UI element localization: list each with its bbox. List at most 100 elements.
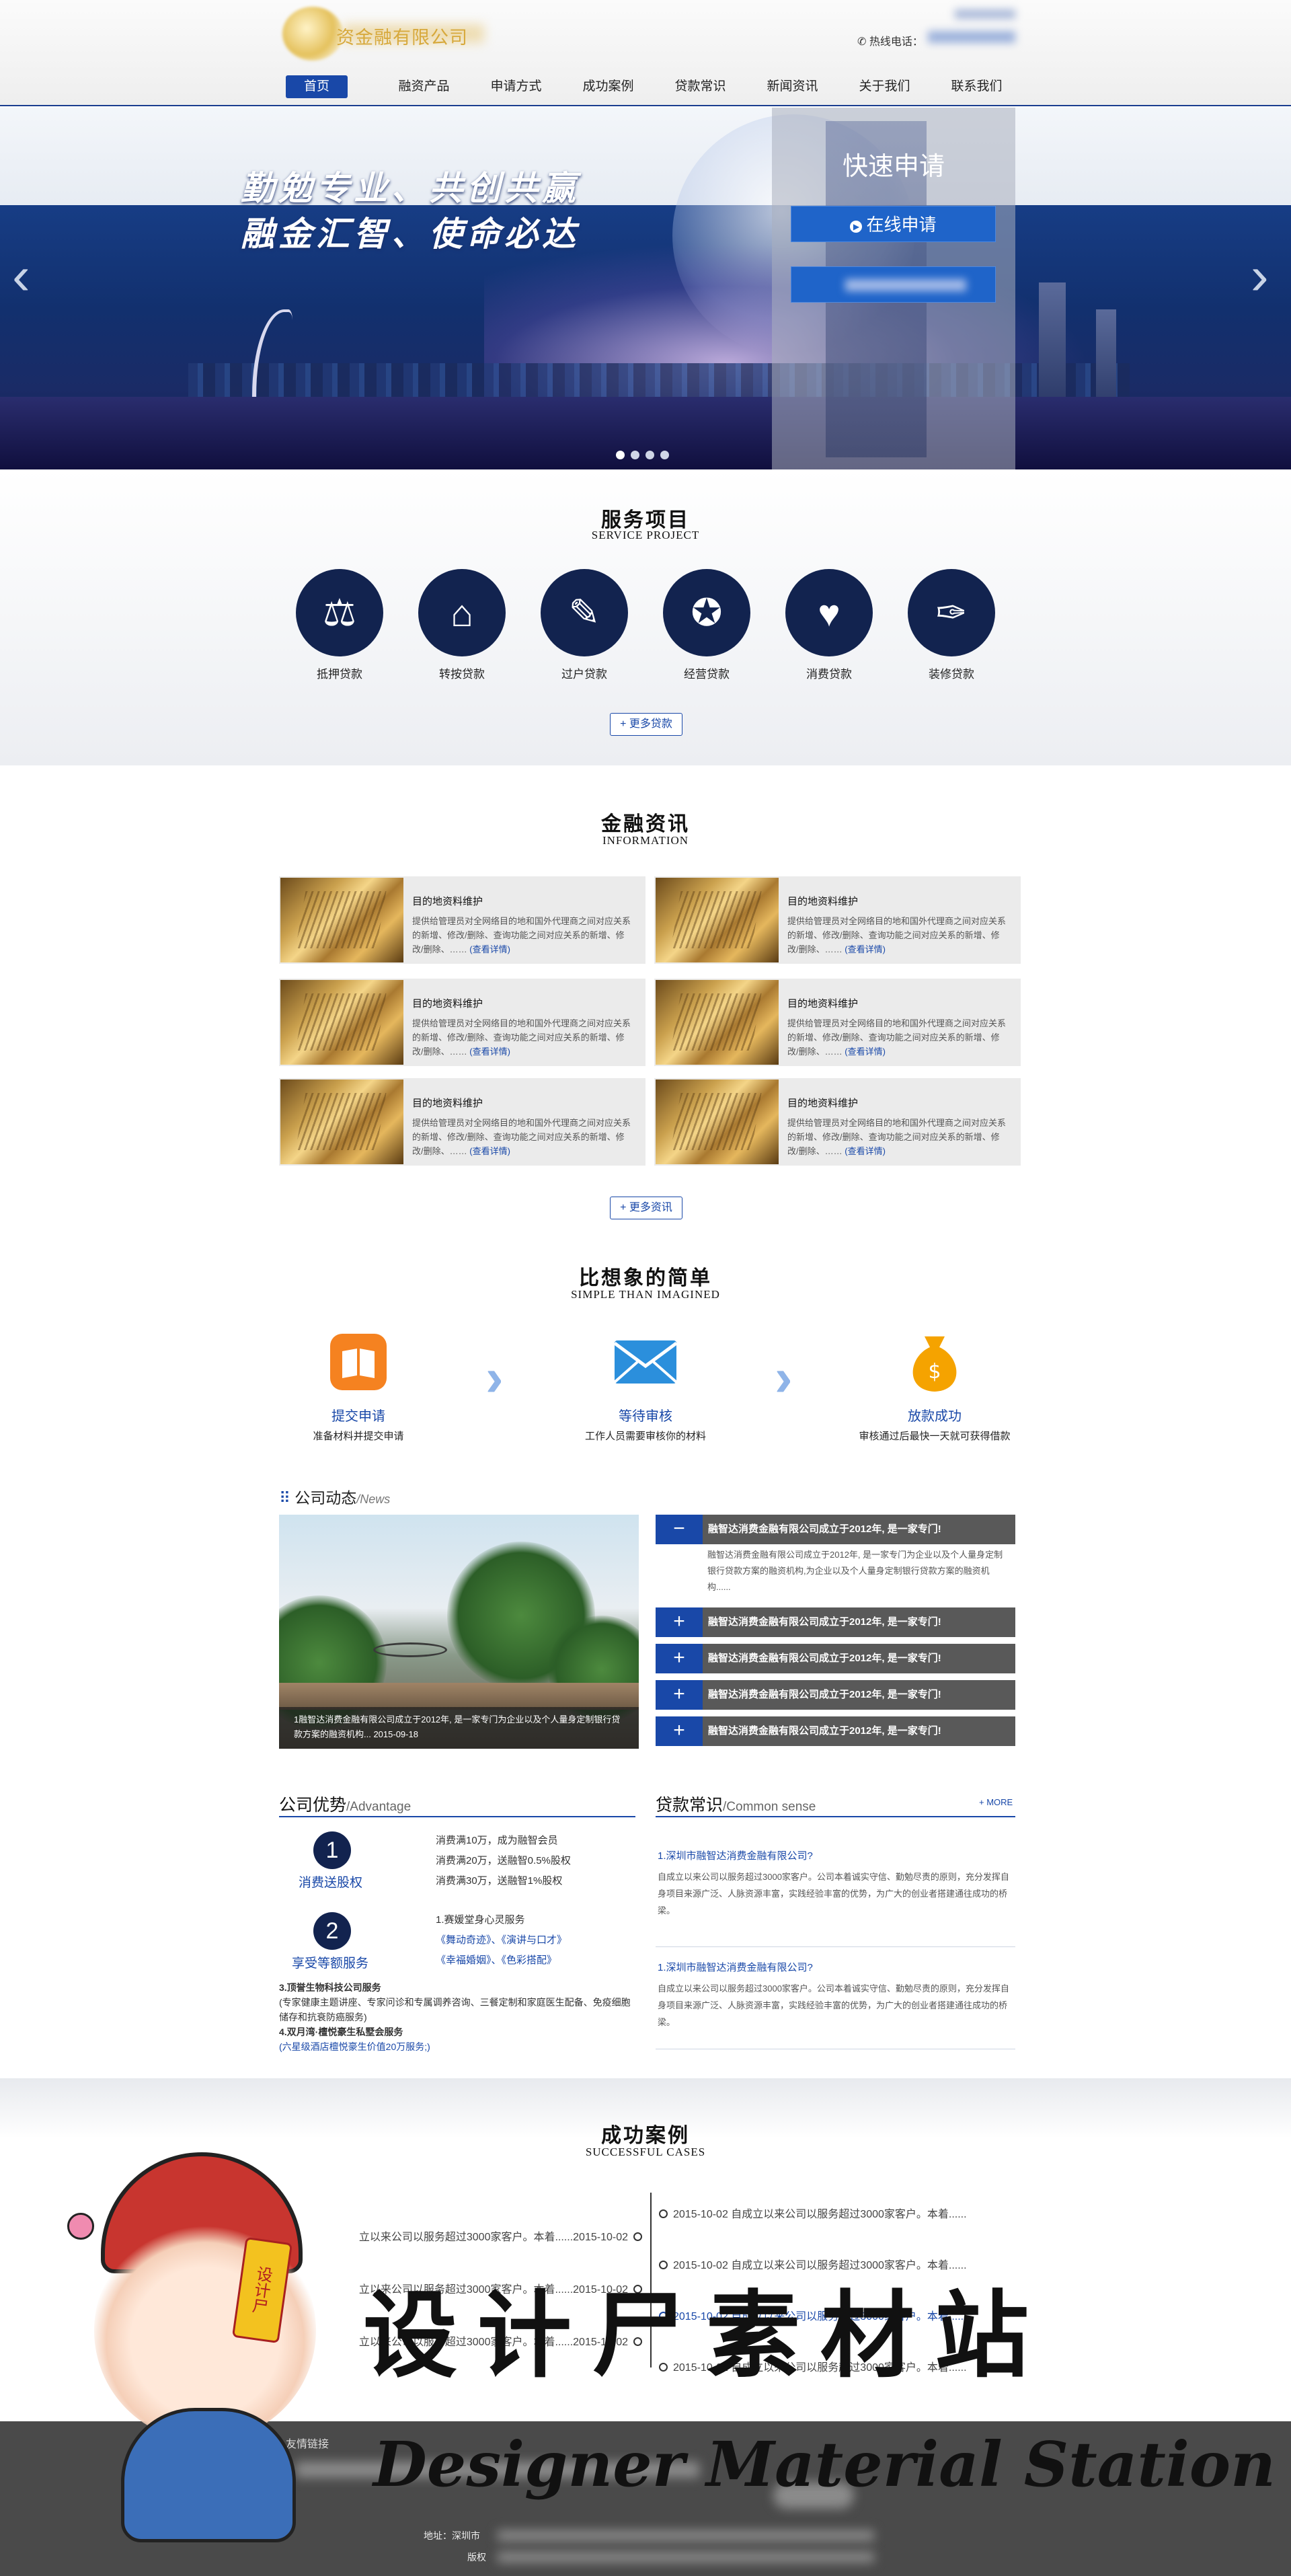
chevron-left-icon[interactable]: ‹ — [12, 249, 30, 303]
service-label: 经营贷款 — [684, 668, 730, 681]
info-desc: 提供给管理员对全网络目的地和国外代理商之间对应关系的新增、修改/删除、查询功能之… — [787, 1116, 1009, 1159]
info-title: 目的地资料维护 — [412, 896, 483, 907]
slide-dot[interactable] — [646, 451, 654, 459]
more-news-button[interactable]: + 更多资讯 — [610, 1197, 682, 1219]
grid-dots-icon: ⠿ — [279, 1489, 290, 1507]
step-desc: 准备材料并提交申请 — [313, 1431, 404, 1442]
info-item[interactable]: 目的地资料维护 提供给管理员对全网络目的地和国外代理商之间对应关系的新增、修改/… — [279, 876, 646, 964]
service-label: 转按贷款 — [439, 668, 485, 681]
service-1-title: 1.赛媛堂身心灵服务 — [436, 1914, 525, 1926]
common-item-title[interactable]: 1.深圳市融智达消费金融有限公司? — [658, 1960, 813, 1974]
plus-icon[interactable]: + — [656, 1607, 703, 1637]
news-row[interactable]: + 融智达消费金融有限公司成立于2012年, 是一家专门! — [656, 1607, 1015, 1637]
phone-number-blur — [845, 279, 966, 291]
nav-item-news[interactable]: 新闻资讯 — [746, 75, 838, 98]
divider — [656, 1946, 1015, 1947]
plus-icon[interactable]: + — [656, 1644, 703, 1673]
service-1-items: 《舞动奇迹》、《演讲与口才》 — [436, 1934, 568, 1946]
chevron-right-icon[interactable]: › — [1251, 249, 1269, 303]
nav-item-products[interactable]: 融资产品 — [378, 75, 470, 98]
step-title: 提交申请 — [331, 1409, 385, 1424]
news-row-title: 融智达消费金融有限公司成立于2012年, 是一家专门! — [708, 1725, 941, 1737]
mascot-body — [121, 2408, 296, 2542]
number-1-icon: 1 — [313, 1831, 351, 1869]
news-row-expanded[interactable]: − 融智达消费金融有限公司成立于2012年, 是一家专门! — [656, 1515, 1015, 1544]
envelope-icon — [612, 1328, 679, 1396]
information-subtitle: INFORMATION — [602, 834, 689, 847]
service-label: 抵押贷款 — [317, 668, 362, 681]
news-expanded-desc: 融智达消费金融有限公司成立于2012年, 是一家专门为企业以及个人量身定制银行贷… — [707, 1550, 1003, 1592]
more-link[interactable]: + MORE — [979, 1797, 1013, 1807]
friend-links-label: 友情链接 — [286, 2439, 329, 2450]
hero-banner: 勤勉专业、共创共赢 融金汇智、使命必达 快速申请 ▶ 在线申请 ‹ › — [0, 108, 1291, 469]
news-row[interactable]: + 融智达消费金融有限公司成立于2012年, 是一家专门! — [656, 1680, 1015, 1710]
service-4-desc: (六星级酒店檀悦豪生价值20万服务;) — [279, 2041, 430, 2052]
view-detail-link[interactable]: (查看详情) — [469, 944, 510, 954]
nav-item-about[interactable]: 关于我们 — [838, 75, 931, 98]
info-item[interactable]: 目的地资料维护 提供给管理员对全网络目的地和国外代理商之间对应关系的新增、修改/… — [279, 1078, 646, 1166]
slide-dot[interactable] — [631, 451, 639, 459]
info-title: 目的地资料维护 — [787, 1098, 859, 1109]
divider — [279, 1816, 635, 1817]
plus-icon[interactable]: + — [656, 1680, 703, 1710]
view-detail-link[interactable]: (查看详情) — [469, 1146, 510, 1156]
footer-address-blur — [498, 2530, 874, 2541]
more-loans-button[interactable]: + 更多贷款 — [610, 713, 682, 736]
site-header: 资金融有限公司 ✆ 热线电话： 首页 融资产品 申请方式 成功案例 贷款常识 新… — [0, 0, 1291, 106]
nav-item-cases[interactable]: 成功案例 — [562, 75, 654, 98]
step-title: 放款成功 — [908, 1409, 962, 1424]
slide-dot[interactable] — [660, 451, 669, 459]
view-detail-link[interactable]: (查看详情) — [469, 1047, 510, 1057]
info-desc-text: 提供给管理员对全网络目的地和国外代理商之间对应关系的新增、修改/删除、查询功能之… — [412, 916, 631, 954]
online-apply-button[interactable]: ▶ 在线申请 — [791, 206, 996, 242]
news-row[interactable]: + 融智达消费金融有限公司成立于2012年, 是一家专门! — [656, 1644, 1015, 1673]
step-title: 等待审核 — [619, 1409, 672, 1424]
info-item[interactable]: 目的地资料维护 提供给管理员对全网络目的地和国外代理商之间对应关系的新增、修改/… — [654, 1078, 1021, 1166]
nav-item-contact[interactable]: 联系我们 — [931, 75, 1023, 98]
advantage-line: 消费满20万，送融智0.5%股权 — [436, 1855, 571, 1866]
divider — [656, 1816, 1015, 1817]
service-item[interactable]: ♥ 消费贷款 — [785, 569, 873, 681]
info-item[interactable]: 目的地资料维护 提供给管理员对全网络目的地和国外代理商之间对应关系的新增、修改/… — [279, 979, 646, 1066]
service-item[interactable]: ✪ 经营贷款 — [663, 569, 750, 681]
info-item[interactable]: 目的地资料维护 提供给管理员对全网络目的地和国外代理商之间对应关系的新增、修改/… — [654, 876, 1021, 964]
newspaper-image — [656, 980, 779, 1065]
view-detail-link[interactable]: (查看详情) — [845, 1047, 886, 1057]
top-links-blur — [955, 9, 1015, 19]
arrow-right-icon: ▶ — [850, 221, 863, 233]
news-photo[interactable]: 1融智达消费金融有限公司成立于2012年, 是一家专门为企业以及个人量身定制银行… — [279, 1515, 639, 1749]
case-item[interactable]: 2015-10-02 自成立以来公司以服务超过3000家客户。本着...... — [659, 2205, 1009, 2221]
info-item[interactable]: 目的地资料维护 提供给管理员对全网络目的地和国外代理商之间对应关系的新增、修改/… — [654, 979, 1021, 1066]
view-detail-link[interactable]: (查看详情) — [845, 1146, 886, 1156]
info-title: 目的地资料维护 — [412, 998, 483, 1010]
common-item-title[interactable]: 1.深圳市融智达消费金融有限公司? — [658, 1848, 813, 1862]
chevron-right-icon: › — [775, 1347, 793, 1407]
flower-icon — [67, 2213, 94, 2240]
service-item[interactable]: ⚖ 抵押贷款 — [296, 569, 383, 681]
slide-dot[interactable] — [616, 451, 625, 459]
minus-icon[interactable]: − — [656, 1515, 703, 1544]
advantage-service-3: 3.顶誉生物科技公司服务 (专家健康主题讲座、专家问诊和专属调养咨询、三餐定制和… — [279, 1980, 635, 2054]
view-detail-link[interactable]: (查看详情) — [845, 944, 886, 954]
hotline-label: ✆ 热线电话： — [857, 36, 923, 48]
service-item[interactable]: ✑ 装修贷款 — [908, 569, 995, 681]
news-row-title: 融智达消费金融有限公司成立于2012年, 是一家专门! — [708, 1523, 941, 1535]
news-row[interactable]: + 融智达消费金融有限公司成立于2012年, 是一家专门! — [656, 1716, 1015, 1746]
phone-button[interactable] — [791, 266, 996, 303]
service-item[interactable]: ✎ 过户贷款 — [541, 569, 628, 681]
info-title: 目的地资料维护 — [787, 896, 859, 907]
service-subtitle: SERVICE PROJECT — [591, 529, 700, 541]
logo-icon[interactable] — [282, 7, 343, 61]
nav-item-knowledge[interactable]: 贷款常识 — [654, 75, 746, 98]
chevron-right-icon: › — [485, 1347, 504, 1407]
nav-item-apply[interactable]: 申请方式 — [470, 75, 562, 98]
service-1-items-2: 《幸福婚姻》、《色彩搭配》 — [436, 1955, 557, 1966]
case-item[interactable]: 立以来公司以服务超过3000家客户。本着......2015-10-02 — [299, 2228, 642, 2244]
book-icon — [325, 1328, 392, 1396]
news-photo-caption: 1融智达消费金融有限公司成立于2012年, 是一家专门为企业以及个人量身定制银行… — [279, 1707, 639, 1749]
service-item[interactable]: ⌂ 转按贷款 — [418, 569, 506, 681]
logo-text[interactable]: 资金融有限公司 — [336, 23, 468, 49]
plus-icon[interactable]: + — [656, 1716, 703, 1746]
nav-item-home[interactable]: 首页 — [286, 75, 348, 98]
service-label: 过户贷款 — [561, 668, 607, 681]
